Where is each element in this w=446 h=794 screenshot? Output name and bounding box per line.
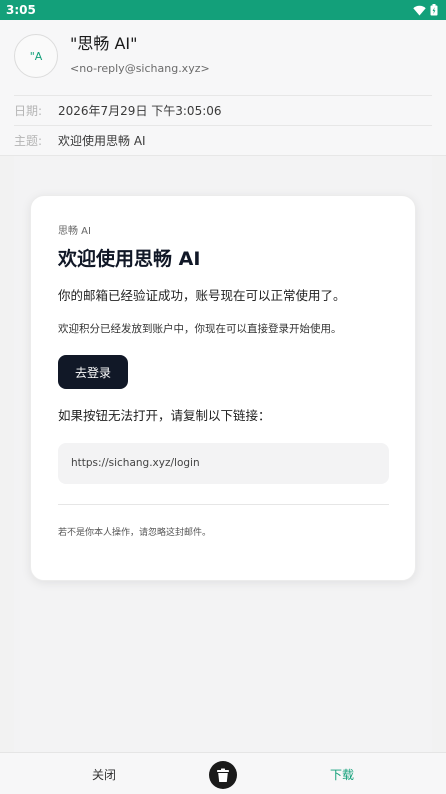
trash-icon (217, 768, 229, 782)
status-icons (413, 3, 438, 17)
date-value: 2026年7月29日 下午3:05:06 (58, 104, 222, 118)
subject-label: 主题: (14, 134, 43, 148)
login-link[interactable]: https://sichang.xyz/login (71, 457, 200, 470)
header-divider (14, 125, 432, 126)
sender-name: "思畅 AI" (70, 34, 138, 53)
bottom-action-bar: 关闭 下载 (0, 752, 446, 794)
battery-icon (430, 4, 438, 16)
email-header: "A "思畅 AI" <no-reply@sichang.xyz> 日期: 20… (0, 20, 446, 156)
date-label: 日期: (14, 104, 43, 118)
sender-email: <no-reply@sichang.xyz> (70, 62, 210, 75)
download-button[interactable]: 下载 (302, 753, 382, 794)
status-time: 3:05 (6, 3, 36, 17)
header-divider (14, 95, 432, 96)
delete-button[interactable] (209, 761, 237, 789)
brand-name: 思畅 AI (58, 226, 91, 237)
email-body[interactable]: 思畅 AI 欢迎使用思畅 AI 你的邮箱已经验证成功，账号现在可以正常使用了。 … (14, 156, 432, 752)
email-card: 思畅 AI 欢迎使用思畅 AI 你的邮箱已经验证成功，账号现在可以正常使用了。 … (30, 195, 416, 581)
email-title: 欢迎使用思畅 AI (58, 248, 201, 270)
verification-message: 你的邮箱已经验证成功，账号现在可以正常使用了。 (58, 288, 346, 303)
sender-avatar: "A (14, 34, 58, 78)
link-prompt: 如果按钮无法打开，请复制以下链接： (58, 408, 271, 423)
credits-message: 欢迎积分已经发放到账户中，你现在可以直接登录开始使用。 (58, 323, 342, 335)
status-bar: 3:05 (0, 0, 446, 20)
subject-value: 欢迎使用思畅 AI (58, 134, 146, 148)
login-button[interactable]: 去登录 (58, 355, 128, 389)
card-divider (58, 504, 389, 505)
close-button[interactable]: 关闭 (64, 753, 144, 794)
login-link-box[interactable]: https://sichang.xyz/login (58, 443, 389, 484)
footer-note: 若不是你本人操作，请忽略这封邮件。 (58, 528, 212, 538)
wifi-icon (413, 5, 426, 15)
